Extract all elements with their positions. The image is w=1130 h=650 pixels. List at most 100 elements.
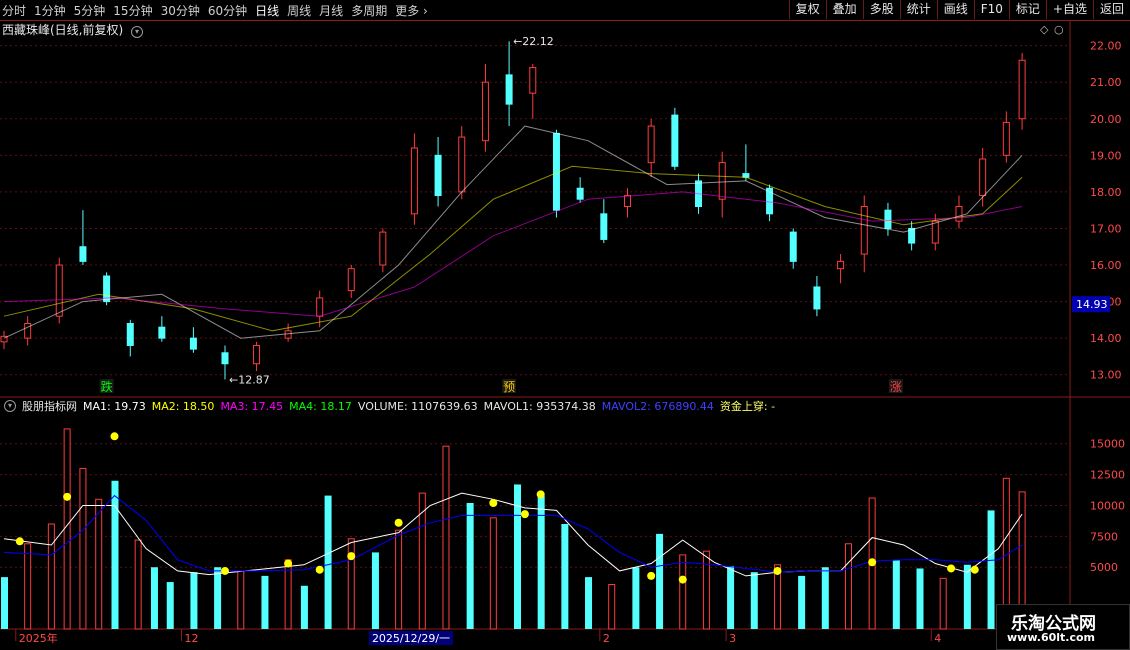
candle-body — [600, 213, 608, 240]
candle-body — [79, 246, 87, 262]
candle-body — [126, 323, 134, 346]
volume-bar — [95, 498, 103, 630]
volume-bar — [371, 552, 379, 629]
tab-5[interactable]: 60分钟 — [208, 2, 247, 19]
toolbar-button-7[interactable]: +自选 — [1045, 0, 1093, 19]
candle-body — [813, 286, 821, 310]
toolbar-button-4[interactable]: 画线 — [936, 0, 974, 19]
mavol1-value: MAVOL1: 935374.38 — [483, 399, 596, 413]
date-label: 2025年 — [19, 631, 58, 645]
tab-8[interactable]: 月线 — [319, 2, 343, 19]
signal-dot — [110, 432, 119, 441]
candle-body — [837, 260, 845, 270]
toolbar-button-6[interactable]: 标记 — [1008, 0, 1046, 19]
candle-body — [158, 326, 166, 339]
volume-bar — [679, 554, 687, 630]
volume-bar — [798, 575, 806, 629]
tab-3[interactable]: 15分钟 — [113, 2, 152, 19]
volume-bar — [63, 428, 71, 630]
tab-7[interactable]: 周线 — [287, 2, 311, 19]
indicator-toggle-icon[interactable]: ▾ — [4, 400, 16, 412]
volume-bar — [1, 577, 8, 629]
candle-body — [379, 231, 387, 266]
volume-label: 15000 — [1090, 438, 1125, 451]
volume-bar — [134, 539, 142, 630]
price-label: 22.00 — [1090, 40, 1122, 53]
ma2-value: MA2: 18.50 — [151, 399, 215, 413]
signal-dot — [520, 510, 529, 519]
tab-4[interactable]: 30分钟 — [161, 2, 200, 19]
signal-dot — [15, 537, 24, 546]
toolbar-buttons: 复权 叠加 多股 统计 画线 F10 标记 +自选 返回 — [788, 0, 1130, 20]
date-label: 12 — [185, 632, 199, 645]
ma3-value: MA3: 17.45 — [220, 399, 284, 413]
signal-dot — [970, 565, 979, 574]
mavol2-value: MAVOL2: 676890.44 — [601, 399, 714, 413]
toolbar-button-8[interactable]: 返回 — [1092, 0, 1130, 19]
price-label: 19.00 — [1090, 149, 1122, 162]
tab-2[interactable]: 5分钟 — [74, 2, 106, 19]
ma4-value: MA4: 18.17 — [289, 399, 352, 413]
watermark: 乐淘公式网 www.60lt.com — [996, 604, 1130, 650]
volume-label: 12500 — [1090, 469, 1125, 482]
volume-bar — [214, 567, 222, 629]
volume-bar — [561, 524, 569, 629]
toolbar-button-1[interactable]: 叠加 — [825, 0, 863, 19]
date-label: 2 — [603, 632, 610, 645]
ma1-value: MA1: 19.73 — [83, 399, 146, 413]
candle-body — [434, 154, 442, 197]
candle-body — [742, 173, 750, 178]
volume-bar — [489, 517, 497, 630]
volume-bar — [608, 584, 616, 630]
price-label: 14.00 — [1090, 332, 1122, 345]
volume-value: VOLUME: 1107639.63 — [357, 399, 478, 413]
low-label: ←12.87 — [229, 373, 270, 386]
candle-body — [931, 220, 939, 244]
tab-9[interactable]: 多周期 — [351, 2, 387, 19]
signal-value: 资金上穿: - — [719, 400, 776, 413]
ma-line-1 — [3, 165, 1023, 332]
cursor-date-label: 2025/12/29/一 — [372, 632, 450, 645]
toolbar-button-0[interactable]: 复权 — [788, 0, 826, 19]
volume-label: 10000 — [1090, 499, 1125, 512]
signal-dot — [489, 499, 498, 507]
signal-marker: 涨 — [890, 379, 902, 394]
volume-bar — [892, 559, 900, 629]
toolbar-button-2[interactable]: 多股 — [862, 0, 900, 19]
candle-body — [1002, 121, 1010, 156]
indicator-name: 股朋指标网 — [22, 400, 77, 413]
candle-body — [884, 209, 892, 229]
toolbar-button-5[interactable]: F10 — [973, 0, 1009, 19]
tab-10[interactable]: 更多 › — [395, 2, 428, 19]
candle-body — [458, 136, 466, 193]
candle-body — [529, 67, 537, 94]
volume-bar — [727, 566, 735, 629]
signal-dot — [773, 566, 782, 575]
volume-label: 5000 — [1090, 561, 1118, 574]
volume-bar — [656, 533, 664, 629]
circle-icon: ○ — [1054, 23, 1064, 36]
volume-bar — [844, 543, 852, 630]
signal-dot — [63, 492, 72, 501]
candle-body — [979, 158, 987, 197]
price-label: 20.00 — [1090, 113, 1122, 126]
diamond-icon: ◇ — [1040, 23, 1049, 36]
signal-marker: 预 — [503, 380, 515, 394]
signal-dot — [347, 552, 356, 561]
candle-body — [576, 187, 584, 200]
tab-6[interactable]: 日线 — [255, 2, 279, 19]
volume-bar — [939, 577, 947, 630]
volume-bar — [237, 570, 245, 630]
tab-0[interactable]: 分时 — [2, 2, 26, 19]
signal-dot — [536, 490, 545, 499]
volume-bar — [190, 572, 198, 629]
stock-chart[interactable]: 22.0021.0020.0019.0018.0017.0016.0015.00… — [0, 21, 1130, 650]
toolbar-button-3[interactable]: 统计 — [899, 0, 937, 19]
volume-bar — [324, 495, 332, 629]
candle-body — [789, 231, 797, 262]
tab-1[interactable]: 1分钟 — [34, 2, 66, 19]
signal-dot — [868, 558, 877, 567]
volume-bar — [166, 582, 174, 629]
volume-bar — [300, 585, 308, 629]
price-label: 18.00 — [1090, 186, 1122, 199]
